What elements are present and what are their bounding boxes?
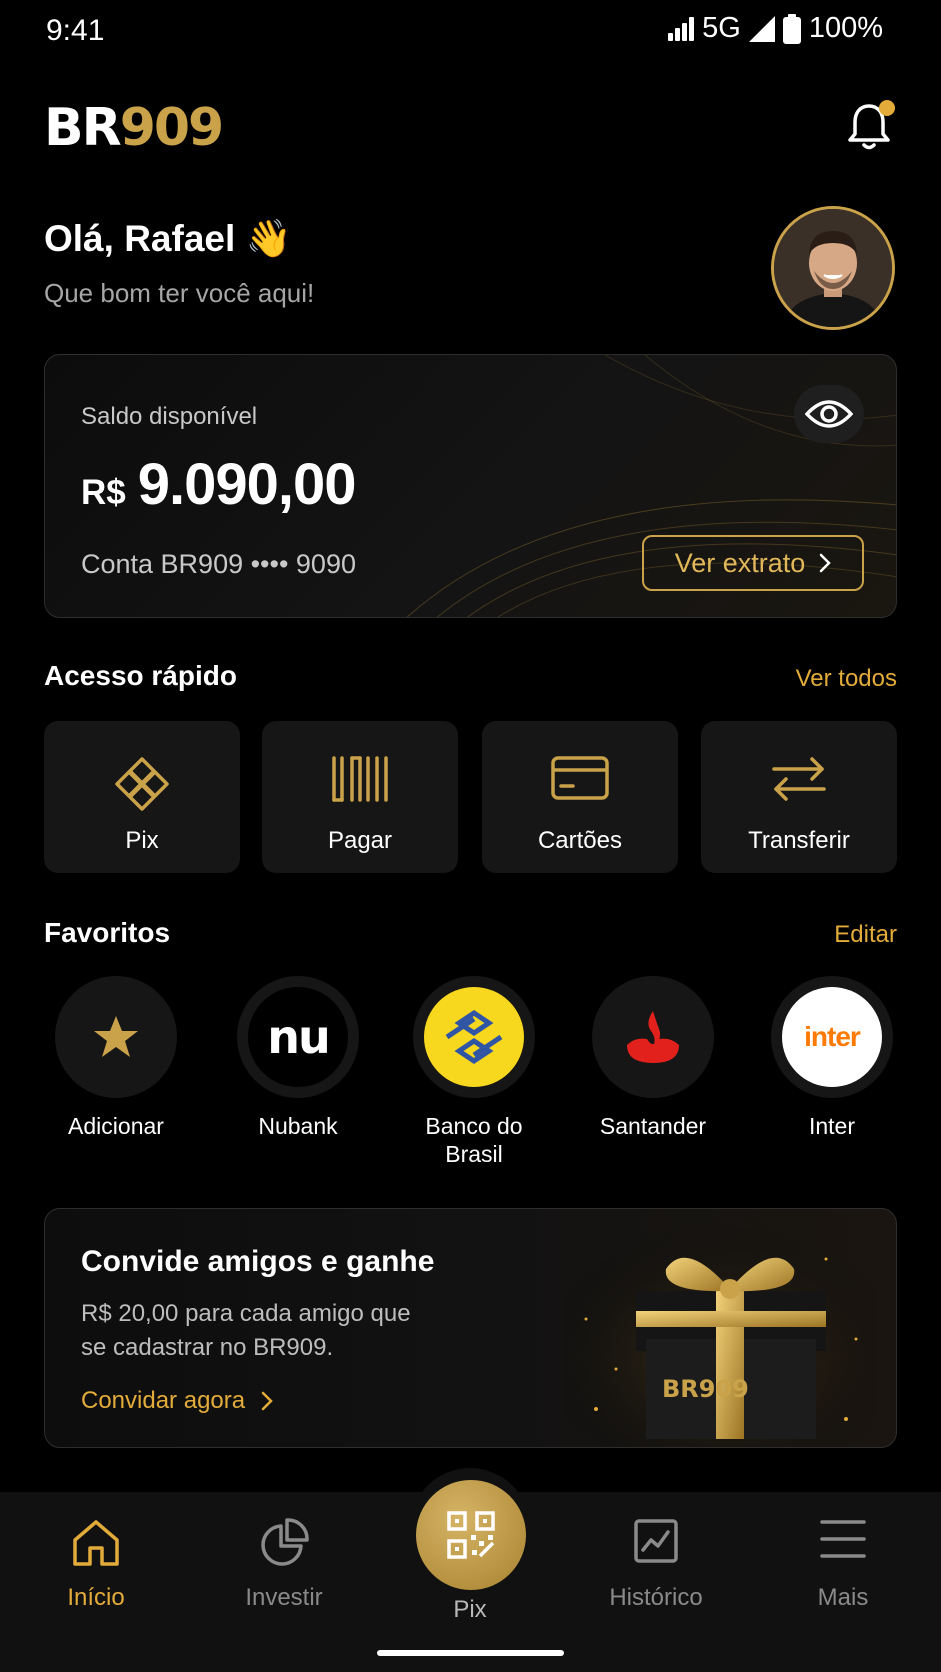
pix-icon	[115, 757, 169, 811]
chevron-right-icon	[820, 553, 832, 573]
favorite-inter[interactable]: inter Inter	[757, 976, 907, 1140]
nubank-logo: nu	[267, 1010, 330, 1064]
favorite-banco-do-brasil[interactable]: Banco do Brasil	[399, 976, 549, 1168]
wifi-signal-icon	[748, 15, 775, 42]
greeting-title: Olá, Rafael 👋	[44, 218, 292, 259]
view-statement-button[interactable]: Ver extrato	[642, 535, 864, 591]
quick-pay-label: Pagar	[327, 827, 393, 854]
card-icon	[551, 756, 609, 800]
nav-invest-label: Investir	[245, 1584, 323, 1611]
edit-favorites-link[interactable]: Editar	[834, 921, 897, 949]
balance-currency: R$	[81, 473, 126, 512]
status-time: 9:41	[46, 14, 105, 47]
favorite-santander[interactable]: Santander	[578, 976, 728, 1140]
invite-now-link[interactable]: Convidar agora	[81, 1387, 273, 1415]
battery-label: 100%	[808, 12, 883, 44]
nav-pix-label[interactable]: Pix	[400, 1596, 540, 1624]
banco-do-brasil-logo-icon	[445, 1009, 503, 1065]
favorite-banco-do-brasil-label: Banco do Brasil	[425, 1113, 523, 1167]
greeting-subtitle: Que bom ter você aqui!	[44, 278, 315, 308]
nav-more-label: Mais	[817, 1584, 869, 1611]
favorite-add-label: Adicionar	[68, 1113, 164, 1139]
balance-value: R$ 9.090,00	[81, 451, 357, 518]
toggle-balance-button[interactable]	[794, 385, 864, 443]
quick-pay-tile[interactable]: Pagar	[262, 721, 458, 873]
pix-fab-button[interactable]	[416, 1480, 526, 1590]
balance-amount: 9.090,00	[137, 452, 357, 517]
favorites-title: Favoritos	[44, 917, 171, 948]
home-indicator	[377, 1650, 564, 1656]
gift-box-label: BR909	[662, 1375, 749, 1403]
favorite-nubank-label: Nubank	[258, 1113, 338, 1139]
balance-card: Saldo disponível R$ 9.090,00 Conta BR909…	[44, 354, 897, 618]
invite-title: Convide amigos e ganhe	[81, 1245, 435, 1278]
account-number: Conta BR909 •••• 9090	[81, 549, 356, 579]
invite-banner[interactable]: Convide amigos e ganhe R$ 20,00 para cad…	[44, 1208, 897, 1448]
chart-icon	[634, 1519, 678, 1563]
see-all-link[interactable]: Ver todos	[796, 665, 897, 693]
favorite-santander-label: Santander	[599, 1113, 707, 1139]
quick-cards-label: Cartões	[537, 827, 623, 854]
signal-icon	[668, 16, 695, 41]
status-bar: 9:41 5G 100%	[0, 0, 941, 62]
network-label: 5G	[702, 12, 741, 44]
brand-logo: BR909	[44, 98, 224, 158]
favorite-nubank[interactable]: nu Nubank	[223, 976, 373, 1140]
quick-pix-tile[interactable]: Pix	[44, 721, 240, 873]
favorite-add[interactable]: Adicionar	[41, 976, 191, 1140]
invite-now-label: Convidar agora	[81, 1387, 246, 1414]
chevron-right-icon	[261, 1391, 273, 1411]
notification-badge	[879, 100, 895, 116]
balance-label: Saldo disponível	[81, 403, 258, 430]
nav-history[interactable]: Histórico	[586, 1518, 726, 1612]
view-statement-label: Ver extrato	[674, 547, 806, 578]
quick-pix-label: Pix	[125, 827, 159, 854]
nav-invest[interactable]: Investir	[214, 1518, 354, 1612]
nav-home[interactable]: Início	[26, 1518, 166, 1612]
quick-access-title: Acesso rápido	[44, 660, 237, 691]
quick-transfer-tile[interactable]: Transferir	[701, 721, 897, 873]
santander-logo-icon	[627, 1011, 679, 1063]
menu-icon	[820, 1520, 866, 1558]
battery-icon	[782, 13, 801, 44]
favorite-inter-label: Inter	[808, 1113, 856, 1139]
pie-chart-icon	[261, 1518, 309, 1566]
quick-transfer-label: Transferir	[748, 827, 850, 854]
nav-more[interactable]: Mais	[773, 1518, 913, 1612]
inter-logo: inter	[804, 1021, 861, 1052]
qr-code-icon	[447, 1511, 495, 1559]
nav-history-label: Histórico	[609, 1584, 703, 1611]
home-icon	[73, 1520, 119, 1566]
avatar[interactable]	[771, 206, 895, 330]
star-icon	[94, 1016, 138, 1057]
barcode-icon	[332, 756, 388, 802]
eye-icon	[805, 400, 853, 428]
nav-home-label: Início	[67, 1584, 125, 1611]
transfer-icon	[772, 757, 826, 801]
quick-cards-tile[interactable]: Cartões	[482, 721, 678, 873]
invite-description: R$ 20,00 para cada amigo que se cadastra…	[81, 1300, 411, 1361]
gift-box-image: BR909	[566, 1219, 876, 1447]
avatar-image	[774, 209, 892, 327]
status-indicators: 5G 100%	[668, 12, 883, 45]
